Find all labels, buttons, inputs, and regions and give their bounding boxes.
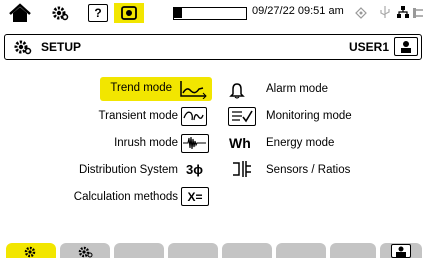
power-plug-icon: [413, 6, 426, 18]
inrush-wave-icon[interactable]: [181, 134, 209, 153]
trend-mode-button[interactable]: Trend mode: [100, 77, 212, 101]
settings-gear-icon[interactable]: [50, 3, 70, 23]
tab-empty-4[interactable]: [276, 243, 326, 258]
battery-icon: [173, 7, 247, 20]
monitoring-icon[interactable]: [228, 107, 256, 126]
energy-mode-label[interactable]: Energy mode: [266, 137, 334, 149]
calculation-icon[interactable]: X=: [181, 187, 209, 206]
tab-empty-3[interactable]: [222, 243, 272, 258]
help-icon[interactable]: ?: [88, 4, 108, 22]
alarm-bell-icon[interactable]: [228, 81, 246, 99]
inrush-mode-label[interactable]: Inrush mode: [114, 137, 178, 149]
sensors-ratios-label[interactable]: Sensors / Ratios: [266, 164, 350, 176]
usb-icon: [378, 5, 392, 19]
tab-setup-gear[interactable]: [6, 243, 56, 258]
tab-empty-1[interactable]: [114, 243, 164, 258]
sync-icon: [355, 6, 367, 19]
energy-icon[interactable]: Wh: [229, 135, 251, 151]
transient-wave-icon[interactable]: [181, 107, 207, 126]
user-lock-icon[interactable]: [394, 37, 418, 56]
alarm-mode-label[interactable]: Alarm mode: [266, 83, 328, 95]
user-label: USER1: [348, 40, 389, 54]
distribution-system-label[interactable]: Distribution System: [79, 164, 178, 176]
tab-settings[interactable]: [60, 243, 110, 258]
page-title: SETUP: [41, 40, 82, 54]
sensors-icon[interactable]: [231, 159, 253, 179]
camera-icon[interactable]: [114, 3, 144, 23]
date-time: 09/27/22 09:51 am: [252, 5, 344, 17]
tab-user[interactable]: [380, 243, 422, 258]
distribution-icon[interactable]: 3ϕ: [186, 162, 203, 177]
tab-empty-5[interactable]: [330, 243, 376, 258]
network-icon: [396, 5, 410, 19]
setup-header: SETUP USER1: [4, 34, 422, 60]
settings-gear-icon: [13, 38, 33, 56]
tab-empty-2[interactable]: [168, 243, 218, 258]
transient-mode-label[interactable]: Transient mode: [99, 110, 178, 122]
monitoring-mode-label[interactable]: Monitoring mode: [266, 110, 352, 122]
trend-mode-label: Trend mode: [110, 82, 172, 94]
user-icon: [391, 244, 411, 258]
trend-chart-icon: [178, 79, 208, 100]
battery-level: [174, 8, 182, 18]
home-icon[interactable]: [8, 3, 32, 23]
status-bar: ? 09/27/22 09:51 am: [0, 0, 426, 26]
calculation-methods-label[interactable]: Calculation methods: [74, 191, 178, 203]
